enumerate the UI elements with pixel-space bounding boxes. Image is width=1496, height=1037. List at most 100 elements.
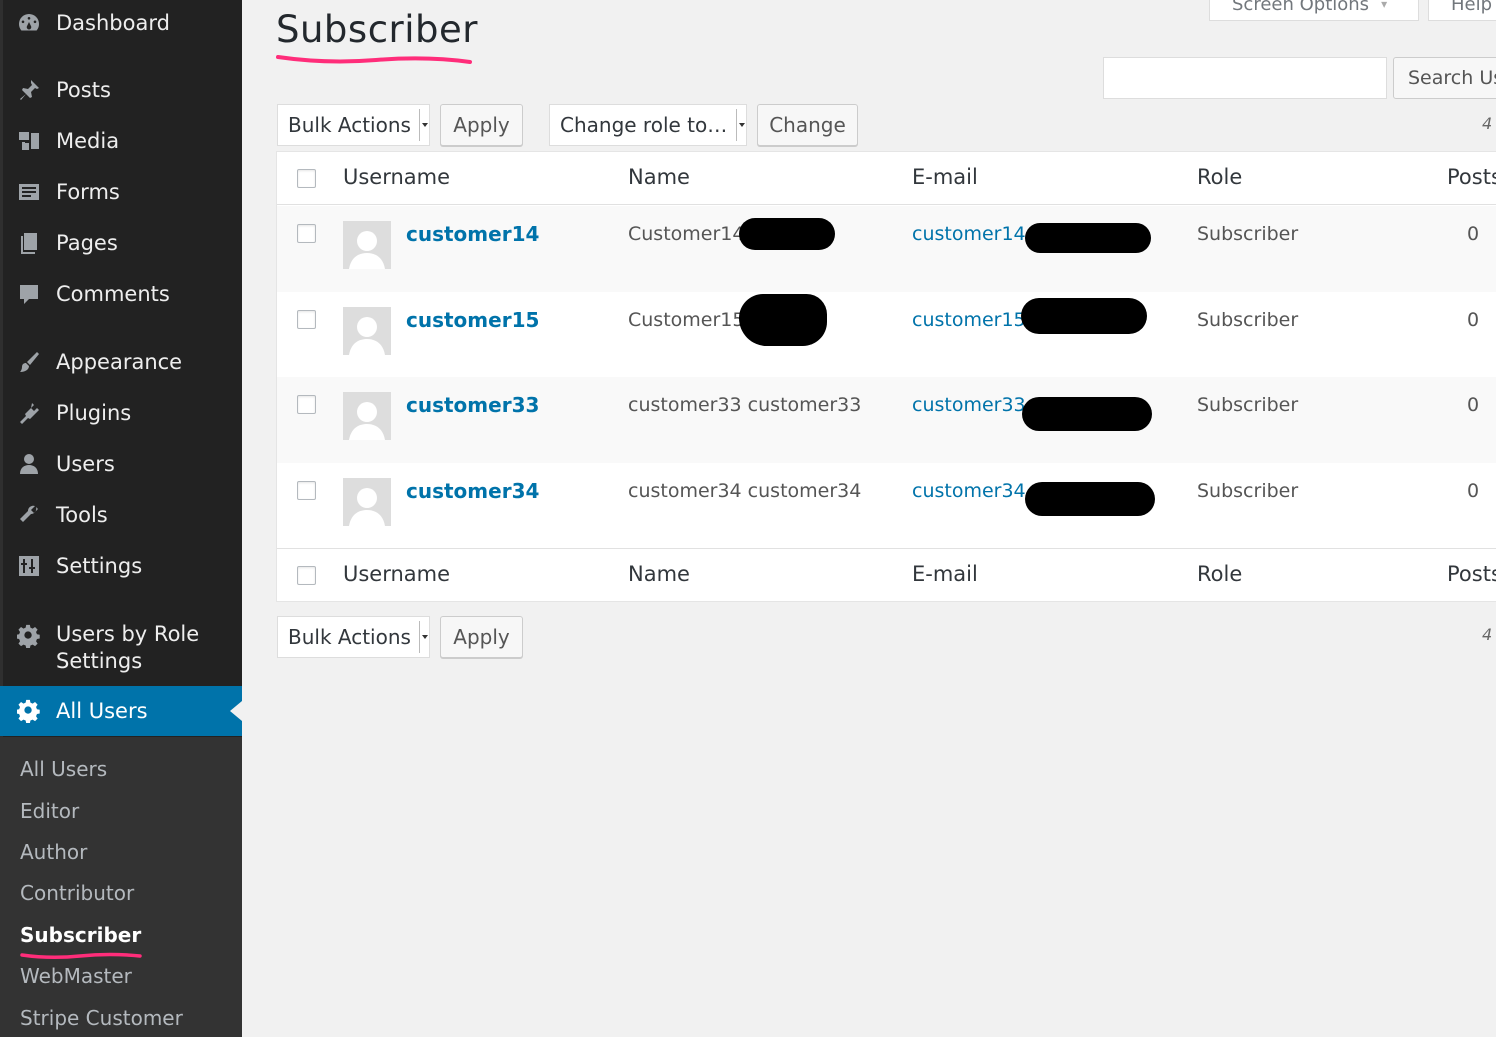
email-link[interactable]: customer14 — [912, 223, 1026, 245]
row-checkbox[interactable] — [297, 310, 316, 329]
select-all-checkbox[interactable] — [297, 169, 316, 188]
column-footer-posts[interactable]: Posts — [1447, 562, 1496, 586]
menu-item-posts[interactable]: Posts — [0, 70, 242, 110]
username-link[interactable]: customer34 — [406, 479, 539, 503]
page-title: Subscriber — [276, 8, 478, 51]
screen-options-tab[interactable]: Screen Options ▾ — [1209, 0, 1419, 21]
menu-item-all-users[interactable]: All Users — [0, 686, 242, 736]
media-icon — [16, 128, 42, 154]
row-checkbox[interactable] — [297, 481, 316, 500]
table-row: customer33 customer33 customer33 custome… — [277, 377, 1496, 463]
change-role-select[interactable]: Change role to… — [549, 104, 747, 146]
role-cell: Subscriber — [1197, 309, 1299, 331]
name-cell: Customer14 — [628, 223, 745, 245]
dashboard-icon — [16, 10, 42, 36]
column-header-username[interactable]: Username — [343, 165, 450, 189]
help-tab[interactable]: Help — [1428, 0, 1496, 21]
change-button[interactable]: Change — [757, 104, 858, 146]
bulk-actions-select[interactable]: Bulk Actions — [277, 104, 430, 146]
row-checkbox[interactable] — [297, 395, 316, 414]
menu-item-comments[interactable]: Comments — [0, 274, 242, 314]
redaction-mark — [1021, 298, 1147, 334]
menu-label: Media — [56, 129, 120, 153]
posts-count: 0 — [1467, 394, 1480, 416]
table-header-row: Username Name E-mail Role Posts — [277, 152, 1496, 205]
menu-item-users[interactable]: Users — [0, 444, 242, 484]
name-cell: Customer15 — [628, 309, 745, 331]
users-icon — [16, 451, 42, 477]
row-checkbox[interactable] — [297, 224, 316, 243]
menu-label: Appearance — [56, 350, 183, 374]
forms-icon — [16, 179, 42, 205]
menu-item-users-by-role-settings[interactable]: Users by Role Settings — [0, 617, 242, 677]
menu-item-dashboard[interactable]: Dashboard — [0, 3, 242, 43]
column-footer-email[interactable]: E-mail — [912, 562, 978, 586]
pages-icon — [16, 230, 42, 256]
username-link[interactable]: customer15 — [406, 308, 539, 332]
items-count: 4 — [1482, 114, 1493, 133]
bulk-actions-select-bottom[interactable]: Bulk Actions — [277, 616, 430, 658]
menu-item-forms[interactable]: Forms — [0, 172, 242, 212]
menu-item-settings[interactable]: Settings — [0, 546, 242, 586]
menu-label: Pages — [56, 231, 118, 255]
submenu-item-contributor[interactable]: Contributor — [20, 881, 134, 905]
avatar — [343, 221, 391, 269]
submenu-item-stripe-customer[interactable]: Stripe Customer — [20, 1006, 183, 1030]
email-link[interactable]: customer34 — [912, 480, 1026, 502]
redaction-mark — [739, 218, 835, 250]
submenu-item-editor[interactable]: Editor — [20, 799, 79, 823]
redaction-mark — [1022, 397, 1152, 431]
column-footer-name[interactable]: Name — [628, 562, 690, 586]
table-row: customer15 Customer15 customer15 Subscri… — [277, 292, 1496, 378]
posts-count: 0 — [1467, 480, 1480, 502]
menu-item-pages[interactable]: Pages — [0, 223, 242, 263]
paintbrush-icon — [16, 349, 42, 375]
email-link[interactable]: customer33 — [912, 394, 1026, 416]
wrench-icon — [16, 502, 42, 528]
plugin-icon — [16, 400, 42, 426]
apply-button-bottom[interactable]: Apply — [440, 616, 523, 658]
current-menu-arrow — [230, 701, 242, 721]
role-cell: Subscriber — [1197, 223, 1299, 245]
gear-icon — [16, 623, 42, 649]
bulk-actions-value: Bulk Actions — [288, 113, 411, 137]
apply-button[interactable]: Apply — [440, 104, 523, 146]
username-link[interactable]: customer14 — [406, 222, 539, 246]
bulk-actions-value: Bulk Actions — [288, 625, 411, 649]
avatar — [343, 392, 391, 440]
menu-item-plugins[interactable]: Plugins — [0, 393, 242, 433]
menu-label: Users by Role Settings — [56, 622, 200, 673]
posts-count: 0 — [1467, 223, 1480, 245]
column-header-email[interactable]: E-mail — [912, 165, 978, 189]
chevron-down-icon — [419, 621, 429, 653]
username-link[interactable]: customer33 — [406, 393, 539, 417]
email-link[interactable]: customer15 — [912, 309, 1026, 331]
avatar — [343, 307, 391, 355]
search-input[interactable] — [1103, 57, 1387, 99]
submenu-item-all-users[interactable]: All Users — [20, 757, 107, 781]
users-table: Username Name E-mail Role Posts customer… — [276, 151, 1496, 602]
menu-label: Settings — [56, 554, 143, 578]
search-users-button[interactable]: Search Users — [1393, 57, 1496, 99]
submenu-item-author[interactable]: Author — [20, 840, 87, 864]
submenu-item-subscriber[interactable]: Subscriber — [20, 923, 141, 947]
menu-item-tools[interactable]: Tools — [0, 495, 242, 535]
chevron-down-icon — [419, 109, 429, 141]
column-header-posts[interactable]: Posts — [1447, 165, 1496, 189]
column-footer-username[interactable]: Username — [343, 562, 450, 586]
menu-item-appearance[interactable]: Appearance — [0, 342, 242, 382]
select-all-checkbox[interactable] — [297, 566, 316, 585]
avatar — [343, 478, 391, 526]
menu-item-media[interactable]: Media — [0, 121, 242, 161]
settings-icon — [16, 553, 42, 579]
menu-label: Dashboard — [56, 11, 170, 35]
admin-sidebar: Dashboard Posts Media Forms Pages Commen… — [0, 0, 242, 1037]
menu-label: Forms — [56, 180, 120, 204]
column-header-role: Role — [1197, 165, 1243, 189]
name-cell: customer33 customer33 — [628, 394, 862, 416]
comment-icon — [16, 281, 42, 307]
column-header-name[interactable]: Name — [628, 165, 690, 189]
items-count-bottom: 4 — [1482, 625, 1493, 644]
pushpin-icon — [16, 77, 42, 103]
submenu-item-webmaster[interactable]: WebMaster — [20, 964, 132, 988]
